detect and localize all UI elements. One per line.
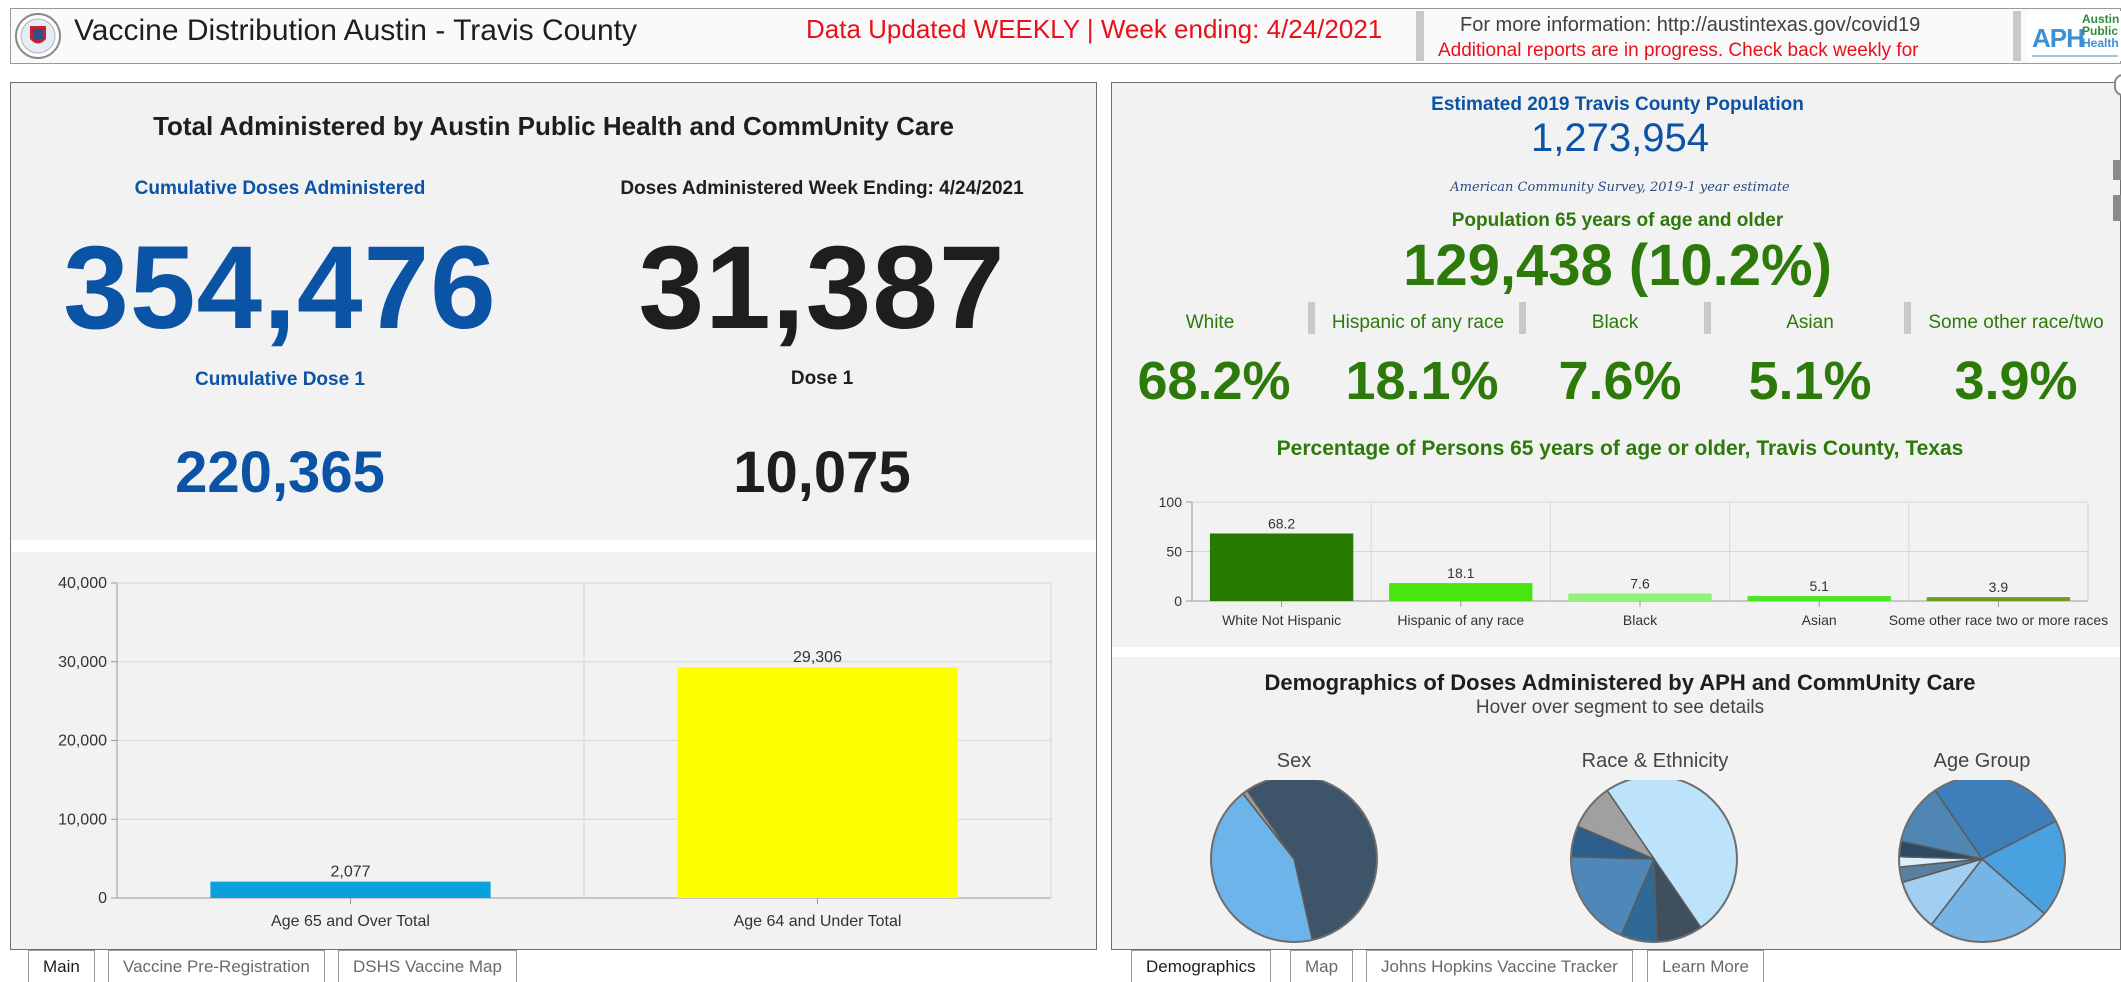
y-tick-label: 0	[98, 890, 107, 907]
population-estimate-value: 1,273,954	[1531, 116, 1709, 160]
population-source-note: American Community Survey, 2019-1 year e…	[1450, 180, 1790, 195]
app-title: Vaccine Distribution Austin - Travis Cou…	[74, 14, 638, 47]
cumulative-doses-value: 354,476	[63, 222, 497, 354]
bar-value-label: 7.6	[1630, 575, 1650, 591]
city-seal-logo	[15, 13, 61, 59]
week-doses-label: Doses Administered Week Ending: 4/24/202…	[620, 178, 1024, 199]
cumulative-doses-label: Cumulative Doses Administered	[134, 178, 426, 199]
week-doses-value: 31,387	[638, 222, 1006, 354]
x-tick-label: Age 65 and Over Total	[271, 913, 430, 930]
administered-title: Total Administered by Austin Public Heal…	[153, 111, 954, 141]
y-tick-label: 10,000	[58, 811, 107, 828]
x-tick-label: White Not Hispanic	[1222, 612, 1341, 628]
demo-label-black: Black	[1591, 312, 1639, 333]
bar-value-label: 5.1	[1809, 578, 1829, 594]
x-tick-label: Asian	[1802, 612, 1837, 628]
pct-chart-title: Percentage of Persons 65 years of age or…	[1276, 437, 1964, 460]
demo-pct-white: 68.2%	[1137, 351, 1291, 411]
pie-label-race: Race & Ethnicity	[1581, 750, 1729, 772]
demo-pct-black: 7.6%	[1558, 351, 1682, 411]
aph-logo: APH Austin Public Health	[2026, 11, 2121, 61]
y-tick-label: 0	[1174, 593, 1182, 609]
panel-divider	[1112, 647, 2120, 657]
bar-value-label: 3.9	[1989, 579, 2009, 595]
demo-separator	[1904, 302, 1911, 334]
demographics-pies	[1210, 780, 2066, 943]
y-tick-label: 30,000	[58, 654, 107, 671]
age-doses-chart: 0 10,000 20,000 30,000 40,000 2,077 Age 65 and…	[58, 575, 1052, 930]
header-separator	[2013, 11, 2021, 61]
pie-label-age: Age Group	[1933, 750, 2031, 772]
y-tick-label: 100	[1159, 494, 1183, 510]
aph-logo-word: Health	[2082, 36, 2119, 50]
demo-separator	[1704, 302, 1711, 334]
demographics-subtitle: Hover over segment to see details	[1475, 697, 1765, 718]
demo-label-hispanic: Hispanic of any race	[1331, 312, 1505, 333]
tab-map[interactable]: Map	[1290, 950, 1354, 982]
demo-separator	[1308, 302, 1315, 334]
tab-vaccine-preregistration[interactable]: Vaccine Pre-Registration	[108, 950, 325, 982]
population-estimate-label: Estimated 2019 Travis County Population	[1431, 94, 1804, 115]
panel-divider	[11, 540, 1096, 552]
cumulative-dose1-label: Cumulative Dose 1	[195, 369, 365, 390]
panel-edge-tab	[2113, 160, 2121, 180]
seniors-population-label: Population 65 years of age and older	[1451, 210, 1784, 231]
y-tick-label: 40,000	[58, 575, 107, 592]
aph-logo-underline	[2032, 55, 2118, 57]
panel-edge-tab	[2113, 195, 2121, 221]
data-updated-label: Data Updated WEEKLY | Week ending: 4/24/…	[806, 14, 1383, 44]
seniors-population-value: 129,438 (10.2%)	[1403, 233, 1832, 298]
senior-race-chart: 0 50 100 68.2 White Not Hispanic 18.1 Hispanic…	[1159, 494, 2108, 628]
demographics-title: Demographics of Doses Administered by AP…	[1264, 670, 1976, 695]
bar	[1209, 533, 1354, 601]
demo-separator	[1519, 302, 1526, 334]
bar-value-label: 2,077	[330, 864, 370, 881]
tab-learn-more[interactable]: Learn More	[1647, 950, 1764, 982]
x-tick-label: Hispanic of any race	[1397, 612, 1524, 628]
pie-label-sex: Sex	[1276, 750, 1312, 772]
panel-corner-handle[interactable]	[2114, 74, 2121, 96]
cumulative-dose1-value: 220,365	[175, 440, 385, 505]
demo-pct-other: 3.9%	[1954, 351, 2078, 411]
bar	[1926, 597, 2071, 601]
tab-main[interactable]: Main	[28, 950, 95, 982]
demo-label-other: Some other race/two	[1928, 312, 2104, 333]
demo-pct-asian: 5.1%	[1748, 351, 1872, 411]
bar	[1747, 595, 1891, 601]
x-tick-label: Black	[1623, 612, 1658, 628]
tab-johns-hopkins-tracker[interactable]: Johns Hopkins Vaccine Tracker	[1366, 950, 1633, 982]
bar-value-label: 29,306	[793, 649, 842, 666]
info-link-text[interactable]: For more information: http://austintexas…	[1460, 14, 1920, 37]
bar-value-label: 68.2	[1268, 515, 1295, 531]
y-tick-label: 50	[1166, 544, 1182, 560]
bar	[1568, 593, 1712, 601]
header-separator	[1416, 11, 1424, 61]
demo-label-white: White	[1185, 312, 1235, 333]
tab-dshs-vaccine-map[interactable]: DSHS Vaccine Map	[338, 950, 517, 982]
x-tick-label: Some other race two or more races	[1889, 612, 2108, 628]
bar	[677, 667, 958, 898]
demo-pct-hispanic: 18.1%	[1345, 351, 1499, 411]
info-notice-text: Additional reports are in progress. Chec…	[1438, 40, 1919, 61]
aph-logo-letters: APH	[2032, 23, 2085, 53]
y-tick-label: 20,000	[58, 733, 107, 750]
dose1-value: 10,075	[733, 440, 911, 505]
demo-label-asian: Asian	[1786, 312, 1834, 333]
bar	[210, 881, 491, 898]
bar-value-label: 18.1	[1447, 565, 1474, 581]
bar	[1389, 583, 1533, 601]
x-tick-label: Age 64 and Under Total	[734, 913, 902, 930]
tab-demographics[interactable]: Demographics	[1131, 950, 1271, 982]
dose1-label: Dose 1	[790, 368, 854, 389]
